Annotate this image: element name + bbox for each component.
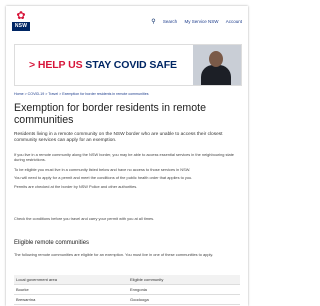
search-icon[interactable]: ⚲ — [151, 19, 155, 25]
communities-table: Local government area Eligible community… — [14, 275, 240, 305]
bullet-item: Permits are checked at the border by NSW… — [14, 183, 138, 189]
breadcrumb[interactable]: Home > COVID-19 > Travel > Exemption for… — [14, 92, 240, 97]
table-cell: Goodooga — [130, 297, 149, 302]
page: ✿ NSW ⚲ Search My Service NSW Account > … — [0, 0, 254, 306]
section-paragraph: The following remote communities are eli… — [14, 252, 214, 257]
intro-paragraph: If you live in a remote community along … — [14, 152, 234, 163]
person-body — [201, 65, 231, 85]
table-header: Local government area — [16, 277, 57, 282]
table-cell: Brewarrina — [16, 297, 36, 302]
banner-prefix: > HELP US — [29, 59, 83, 71]
header-link-myservice[interactable]: My Service NSW — [184, 19, 218, 24]
table-header: Eligible community — [130, 277, 164, 282]
bullet-item: You will need to apply for a permit and … — [14, 175, 193, 181]
logo-text: NSW — [12, 22, 30, 31]
bullet-list: To be eligible you must live in a commun… — [14, 167, 240, 189]
site-header: ✿ NSW ⚲ Search My Service NSW Account — [6, 6, 248, 38]
page-title: Exemption for border residents in remote… — [14, 102, 206, 126]
lede-paragraph: Residents living in a remote community o… — [14, 132, 223, 143]
nsw-logo[interactable]: ✿ NSW — [12, 11, 30, 33]
table-row: Bourke Enngonia — [14, 285, 240, 295]
conditions-paragraph: Check the conditions before you travel a… — [14, 216, 155, 221]
table-header-row: Local government area Eligible community — [14, 275, 240, 285]
person-head — [209, 51, 223, 67]
header-links: ⚲ Search My Service NSW Account — [145, 18, 242, 25]
waratah-icon: ✿ — [16, 10, 26, 22]
banner-text: > HELP US STAY COVID SAFE — [29, 59, 177, 71]
covid-banner[interactable]: > HELP US STAY COVID SAFE — [14, 44, 242, 86]
header-link-account[interactable]: Account — [226, 19, 242, 24]
header-link-search[interactable]: Search — [163, 19, 177, 24]
table-cell: Enngonia — [130, 287, 147, 292]
page-screenshot-card: ✿ NSW ⚲ Search My Service NSW Account > … — [6, 6, 248, 306]
bullet-item: To be eligible you must live in a commun… — [14, 167, 191, 172]
section-title: Eligible remote communities — [14, 240, 90, 246]
banner-main: STAY COVID SAFE — [82, 59, 177, 71]
table-cell: Bourke — [16, 287, 29, 292]
banner-photo — [193, 45, 241, 85]
table-row: Brewarrina Goodooga — [14, 295, 240, 305]
